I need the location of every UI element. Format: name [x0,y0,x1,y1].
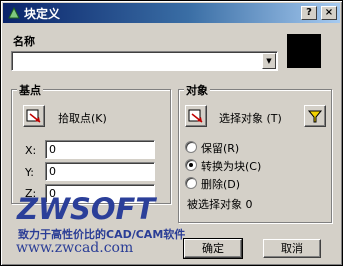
zwsoft-logo: ZWSOFT [17,192,156,226]
select-objects-label: 选择对象 (T) [219,112,282,125]
y-coordinate-input[interactable]: 0 [45,162,155,181]
title-bar[interactable]: 块定义 ? × [3,3,340,23]
objects-title: 对象 [184,82,210,98]
delete-label: 删除(D) [201,178,241,191]
pick-point-label: 拾取点(K) [58,112,107,125]
select-objects-button[interactable] [185,105,207,127]
convert-to-block-radio[interactable] [185,159,197,171]
ok-button[interactable]: 确定 [183,238,243,259]
website-url: www.zwcad.com [16,240,134,256]
convert-to-block-label: 转换为块(C) [201,160,262,173]
block-preview [287,34,321,68]
x-coordinate-input[interactable]: 0 [45,140,155,159]
quick-select-button[interactable] [304,105,326,127]
block-definition-dialog: 块定义 ? × 名称 ▼ 基点 拾取点(K) X: 0 Y: 0 Z: 0 对象 [0,0,343,266]
pick-point-icon [26,109,41,123]
chevron-down-icon[interactable]: ▼ [262,53,276,69]
cancel-button[interactable]: 取消 [263,239,321,258]
y-value: 0 [49,165,56,178]
retain-label: 保留(R) [201,142,240,155]
y-label: Y: [25,166,34,179]
app-icon [8,6,20,19]
window-title: 块定义 [24,6,61,21]
filter-icon [307,110,323,123]
help-button[interactable]: ? [301,6,317,20]
selected-objects-status: 被选择对象 0 [187,198,253,211]
pick-point-button[interactable] [23,105,45,127]
name-label: 名称 [13,35,35,48]
select-objects-icon [188,109,203,123]
x-label: X: [25,144,37,157]
close-button[interactable]: × [321,6,337,20]
x-value: 0 [49,143,56,156]
name-combobox[interactable]: ▼ [11,51,278,71]
base-point-title: 基点 [17,82,43,98]
delete-radio[interactable] [185,177,197,189]
retain-radio[interactable] [185,141,197,153]
radio-selected-dot [189,163,193,167]
